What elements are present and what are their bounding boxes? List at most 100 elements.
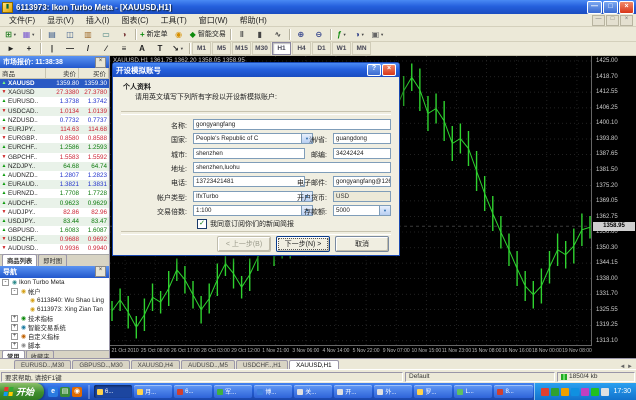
market-watch-row[interactable]: ▼EURJPY..114.63114.68 (0, 125, 109, 134)
line-chart-button[interactable]: ∿ (269, 27, 287, 41)
tray-icon[interactable] (551, 388, 559, 396)
tree-item[interactable]: ◉6113973: Xing Zian Tan (0, 305, 109, 314)
dropdown-icon[interactable]: ▼ (379, 206, 390, 215)
crosshair-button[interactable]: + (20, 42, 38, 56)
tree-item[interactable]: +◉脚本 (0, 341, 109, 350)
tree-item[interactable]: +◉智能交易系统 (0, 323, 109, 332)
field-input-地址[interactable]: shenzhen,luohu (193, 162, 391, 173)
task-button[interactable]: 关... (294, 385, 332, 398)
next-button[interactable]: 下一步(N) > (276, 236, 330, 252)
tray-icon[interactable] (541, 388, 549, 396)
timeframe-mn-button[interactable]: MN (352, 42, 371, 55)
tree-expand-icon[interactable]: + (11, 324, 18, 331)
navigator-close-icon[interactable]: × (95, 266, 106, 277)
market-watch-row[interactable]: ▲USDJPY..83.4483.47 (0, 217, 109, 226)
column-bid[interactable]: 卖价 (46, 68, 79, 78)
task-button[interactable]: 月... (134, 385, 172, 398)
field-input-名称[interactable]: gongyangfang (193, 119, 391, 130)
timeframe-m30-button[interactable]: M30 (252, 42, 271, 55)
tray-icon[interactable] (601, 388, 609, 396)
terminal-toggle-button[interactable]: ▭ (97, 27, 115, 41)
tray-icon[interactable] (561, 388, 569, 396)
timeframe-h1-button[interactable]: H1 (272, 42, 291, 55)
field-input-开户货币[interactable]: USD (333, 191, 391, 202)
vertical-line-button[interactable]: | (43, 42, 61, 56)
market-watch-row[interactable]: ▲AUDCHF..0.96230.9629 (0, 198, 109, 207)
menu-item-i[interactable]: 插入(I) (80, 14, 116, 27)
menu-item-w[interactable]: 窗口(W) (193, 14, 234, 27)
back-button[interactable]: < 上一步(B) (217, 236, 271, 252)
task-button[interactable]: 罗... (414, 385, 452, 398)
tray-icon[interactable] (571, 388, 579, 396)
tray-icon[interactable] (581, 388, 589, 396)
text-label-button[interactable]: T (151, 42, 169, 56)
timeframe-m1-button[interactable]: M1 (192, 42, 211, 55)
horizontal-line-button[interactable]: — (61, 42, 79, 56)
newsletter-checkbox[interactable]: ✓ (197, 219, 207, 229)
cursor-button[interactable]: ► (2, 42, 20, 56)
menu-item-v[interactable]: 显示(V) (41, 14, 80, 27)
field-input-邮编[interactable]: 34242424 (333, 148, 391, 159)
ea-status-button[interactable]: ◉ (170, 27, 188, 41)
task-button[interactable]: L... (454, 385, 492, 398)
minimize-button[interactable]: — (587, 1, 602, 14)
market-watch-row[interactable]: ▲EURUSD..1.37381.3742 (0, 97, 109, 106)
tree-item[interactable]: -◉帐户 (0, 287, 109, 296)
timeframe-d1-button[interactable]: D1 (312, 42, 331, 55)
tree-item[interactable]: -◉Ikon Turbo Meta (0, 278, 109, 287)
menu-item-t[interactable]: 工具(T) (155, 14, 193, 27)
tree-expand-icon[interactable]: + (11, 333, 18, 340)
timeframe-m5-button[interactable]: M5 (212, 42, 231, 55)
task-button[interactable]: 开... (334, 385, 372, 398)
task-button[interactable]: 8... (494, 385, 532, 398)
market-watch-row[interactable]: ▼XAGUSD27.338027.3780 (0, 88, 109, 97)
market-watch-row[interactable]: ▲XAUUSD1359.801359.30 (0, 79, 109, 88)
arrows-button[interactable]: ↘▼ (169, 42, 187, 56)
market-watch-row[interactable]: ▲NZDJPY..64.6864.74 (0, 162, 109, 171)
market-watch-row[interactable]: ▼AUDJPY..82.8682.96 (0, 208, 109, 217)
market-watch-row[interactable]: ▼EURGBP..0.85800.8588 (0, 134, 109, 143)
tree-item[interactable]: +◉技术指标 (0, 314, 109, 323)
new-order-button[interactable]: +新定单 (138, 27, 170, 41)
market-watch-row[interactable]: ▲GBPUSD..1.60831.6087 (0, 226, 109, 235)
newsletter-checkbox-row[interactable]: ✓ 我同意订阅你们的新闻简报 (197, 219, 294, 229)
mdi-minimize-icon[interactable]: — (592, 15, 605, 26)
trendline-button[interactable]: / (79, 42, 97, 56)
bar-chart-button[interactable]: ‖ (233, 27, 251, 41)
mdi-restore-icon[interactable]: □ (606, 15, 619, 26)
text-button[interactable]: A (133, 42, 151, 56)
zoom-in-button[interactable]: ⊕ (292, 27, 310, 41)
tree-expand-icon[interactable]: + (11, 342, 18, 349)
media-player-icon[interactable]: ◉ (72, 387, 82, 397)
navigator-toggle-button[interactable]: ▥ (79, 27, 97, 41)
mdi-close-icon[interactable]: × (620, 15, 633, 26)
close-button[interactable]: × (619, 1, 634, 14)
task-button[interactable]: 军... (214, 385, 252, 398)
tab-商品列表[interactable]: 商品列表 (2, 254, 37, 266)
timeframe-m15-button[interactable]: M15 (232, 42, 251, 55)
market-watch-row[interactable]: ▼AUDUSD..0.99360.9940 (0, 244, 109, 253)
tree-item[interactable]: ◉6113840: Wu Shao Ling (0, 296, 109, 305)
cancel-button[interactable]: 取消 (335, 236, 389, 252)
market-watch-row[interactable]: ▼USDCAD..1.01341.0139 (0, 107, 109, 116)
tree-expand-icon[interactable]: - (11, 288, 18, 295)
menu-item-h[interactable]: 帮助(H) (234, 14, 273, 27)
maximize-button[interactable]: □ (603, 1, 618, 14)
expert-advisors-button[interactable]: ◆智能交易 (188, 27, 228, 41)
templates-button[interactable]: ▣▼ (369, 27, 387, 41)
menu-item-f[interactable]: 文件(F) (3, 14, 41, 27)
strategy-tester-button[interactable]: ◑ (115, 27, 133, 41)
market-watch-row[interactable]: ▼GBPCHF..1.55831.5592 (0, 153, 109, 162)
start-button[interactable]: 开始 (0, 383, 44, 400)
tab-即时图[interactable]: 即时图 (38, 254, 67, 266)
menu-item-c[interactable]: 图表(C) (115, 14, 154, 27)
market-watch-row[interactable]: ▲EURCHF..1.25861.2593 (0, 143, 109, 152)
tray-icon[interactable] (591, 388, 599, 396)
task-button[interactable]: 外... (374, 385, 412, 398)
column-ask[interactable]: 买价 (79, 68, 109, 78)
new-chart-button[interactable]: ⊞▼ (2, 27, 20, 41)
indicators-button[interactable]: ƒ▼ (333, 27, 351, 41)
market-watch-row[interactable]: ▲NZDUSD..0.77320.7737 (0, 116, 109, 125)
fibonacci-button[interactable]: ≡ (115, 42, 133, 56)
equidistant-channel-button[interactable]: ∕ (97, 42, 115, 56)
